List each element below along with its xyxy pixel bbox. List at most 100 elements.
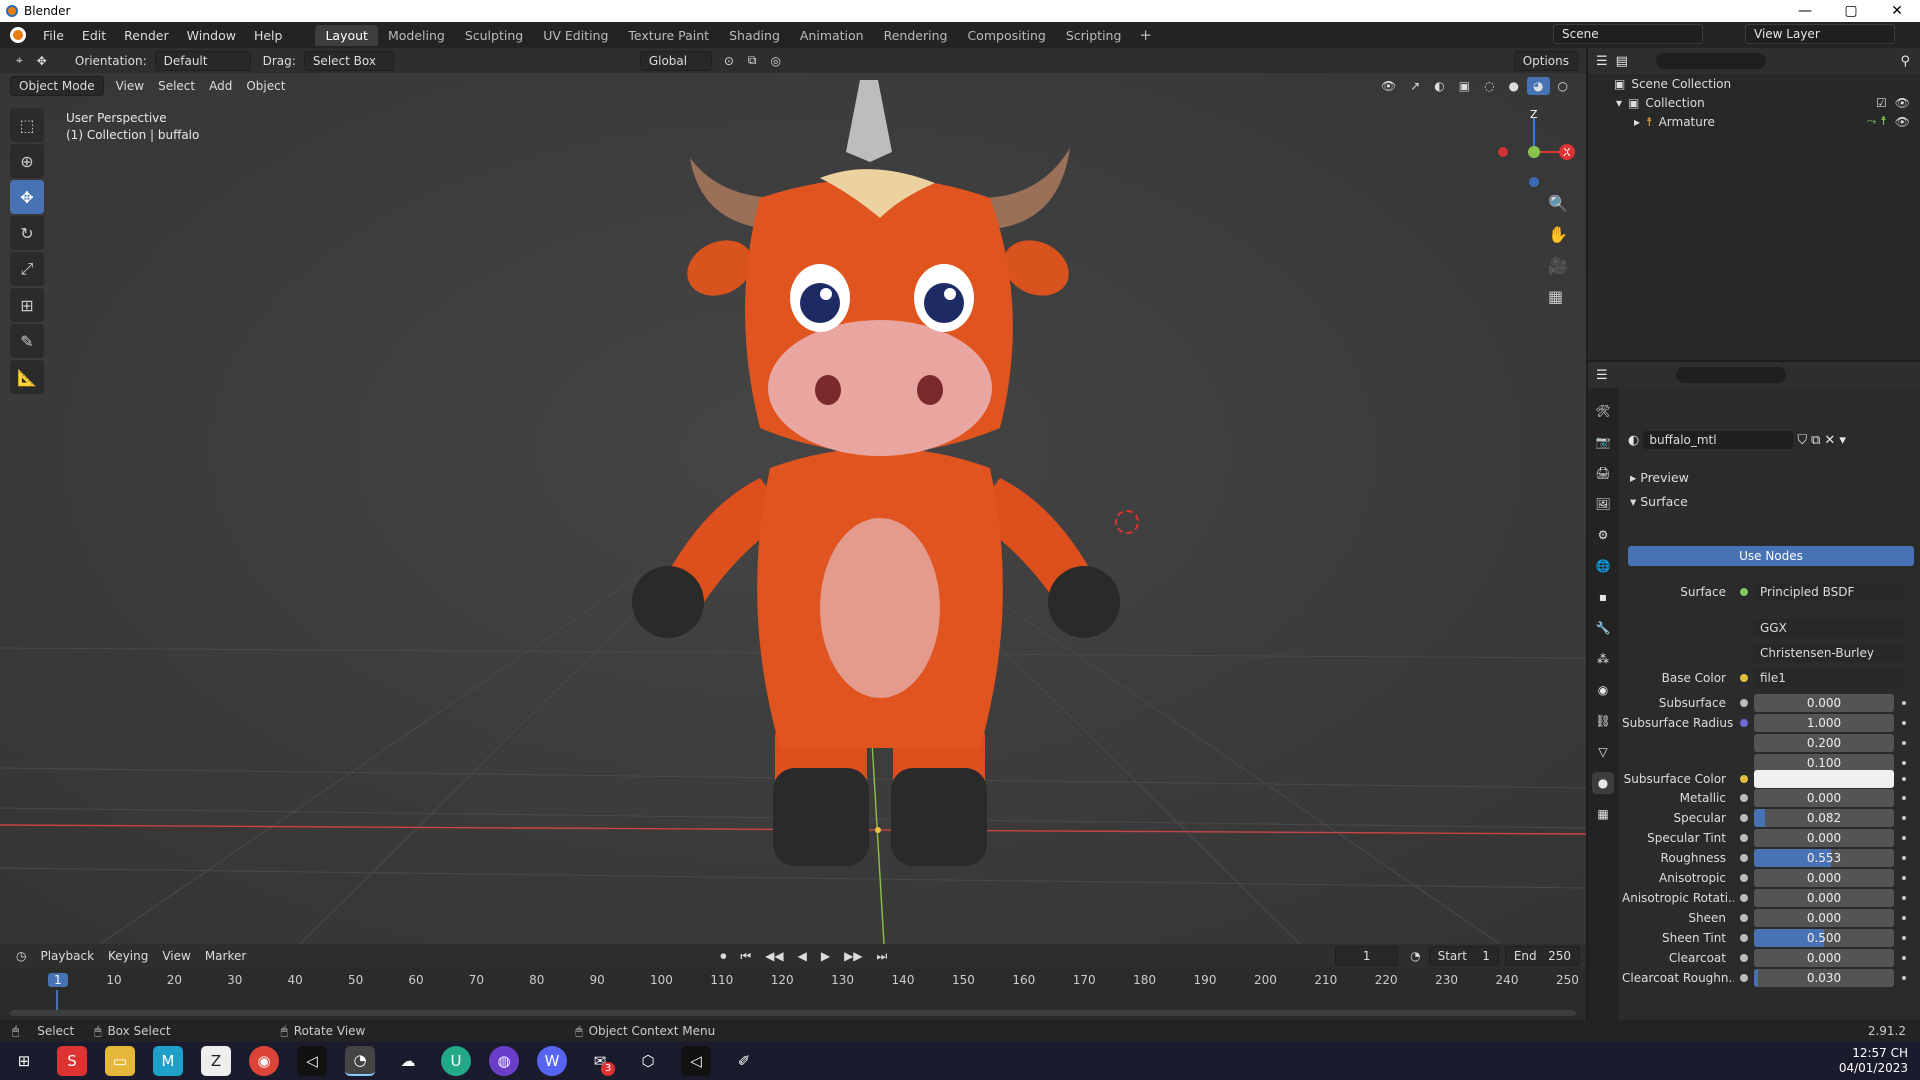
drag-dropdown[interactable]: Select Box bbox=[303, 50, 394, 71]
zoom-icon[interactable]: 🔍 bbox=[1548, 194, 1568, 213]
material-name-field[interactable]: buffalo_mtl bbox=[1643, 431, 1794, 449]
particles-tab-icon[interactable]: ⁂ bbox=[1592, 648, 1614, 670]
outliner-row-collection[interactable]: ▾ ▣ Collection ☑ 👁 bbox=[1588, 93, 1920, 112]
unity-icon[interactable]: ◁ bbox=[297, 1046, 327, 1076]
bsdf-value-field[interactable]: 0.030 bbox=[1754, 969, 1894, 987]
output-tab-icon[interactable]: 🖨 bbox=[1592, 462, 1614, 484]
app-chat-icon[interactable]: ✉ 3 bbox=[585, 1046, 615, 1076]
outliner-search-input[interactable] bbox=[1655, 53, 1766, 69]
file-explorer-icon[interactable]: ▭ bbox=[105, 1046, 135, 1076]
menu-timeline-view[interactable]: View bbox=[156, 947, 196, 965]
bsdf-value-field[interactable]: 0.500 bbox=[1754, 929, 1894, 947]
end-frame-field[interactable]: End 250 bbox=[1504, 946, 1580, 966]
data-tab-icon[interactable]: ▽ bbox=[1592, 741, 1614, 763]
blender-taskbar-icon[interactable]: ◔ bbox=[345, 1046, 375, 1076]
keyframe-dot-icon[interactable] bbox=[1902, 976, 1906, 980]
cursor-tool-icon[interactable]: ⊕ bbox=[10, 144, 44, 178]
annotate-tool-icon[interactable]: ✎ bbox=[10, 324, 44, 358]
bsdf-value-field[interactable]: 0.000 bbox=[1754, 949, 1894, 967]
tab-animation[interactable]: Animation bbox=[790, 25, 874, 46]
camera-view-icon[interactable]: 🎥 bbox=[1548, 256, 1568, 275]
shading-wireframe-icon[interactable]: ◌ bbox=[1478, 77, 1500, 95]
blender-menu-icon[interactable] bbox=[10, 27, 26, 43]
tab-texture-paint[interactable]: Texture Paint bbox=[618, 25, 719, 46]
keyframe-dot-icon[interactable] bbox=[1902, 721, 1906, 725]
next-key-icon[interactable]: ▶▶ bbox=[838, 947, 868, 965]
select-box-tool-icon[interactable]: ⬚ bbox=[10, 108, 44, 142]
app-cube-icon[interactable]: ⬡ bbox=[633, 1046, 663, 1076]
menu-file[interactable]: File bbox=[34, 28, 73, 43]
bsdf-value-field[interactable]: 0.000 bbox=[1754, 909, 1894, 927]
object-tab-icon[interactable]: ▪ bbox=[1592, 586, 1614, 608]
shading-material-icon[interactable]: ◕ bbox=[1527, 76, 1550, 95]
texture-tab-icon[interactable]: ▦ bbox=[1592, 803, 1614, 825]
link-filter-icon[interactable]: ▾ bbox=[1839, 433, 1846, 448]
duplicate-icon[interactable]: ⧉ bbox=[1811, 433, 1820, 448]
view-layer-selector[interactable]: View Layer bbox=[1745, 24, 1895, 44]
chrome-icon[interactable]: ◉ bbox=[249, 1046, 279, 1076]
rotate-tool-icon[interactable]: ↻ bbox=[10, 216, 44, 250]
keyframe-dot-icon[interactable] bbox=[1902, 916, 1906, 920]
tab-sculpting[interactable]: Sculpting bbox=[455, 25, 533, 46]
material-browse-icon[interactable]: ◐ bbox=[1628, 433, 1639, 448]
bsdf-value-field[interactable]: 0.000 bbox=[1754, 869, 1894, 887]
keyframe-dot-icon[interactable] bbox=[1902, 741, 1906, 745]
visibility-icon[interactable]: 👁 bbox=[1375, 77, 1402, 95]
scale-tool-icon[interactable]: ⤢ bbox=[10, 252, 44, 286]
editor-type-icon[interactable]: ⌖ bbox=[10, 51, 29, 70]
physics-tab-icon[interactable]: ◉ bbox=[1592, 679, 1614, 701]
fake-user-icon[interactable]: ⛉ bbox=[1797, 433, 1807, 448]
bsdf-value-field[interactable]: 1.000 bbox=[1754, 714, 1894, 732]
unity-hub-icon[interactable]: ◁ bbox=[681, 1046, 711, 1076]
pan-hand-icon[interactable]: ✋ bbox=[1548, 225, 1568, 244]
play-reverse-icon[interactable]: ◀ bbox=[792, 947, 813, 965]
github-icon[interactable]: ◍ bbox=[489, 1046, 519, 1076]
tab-scripting[interactable]: Scripting bbox=[1056, 25, 1132, 46]
filter-icon[interactable]: ⚲ bbox=[1900, 54, 1910, 69]
add-workspace-button[interactable]: + bbox=[1131, 26, 1160, 44]
bsdf-value-field[interactable]: 0.000 bbox=[1754, 889, 1894, 907]
start-icon[interactable]: ⊞ bbox=[9, 1046, 39, 1076]
keyframe-dot-icon[interactable] bbox=[1902, 836, 1906, 840]
bsdf-value-field[interactable]: 0.000 bbox=[1754, 694, 1894, 712]
ortho-grid-icon[interactable]: ▦ bbox=[1548, 287, 1568, 306]
tab-modeling[interactable]: Modeling bbox=[378, 25, 455, 46]
outliner-editor-icon[interactable]: ☰ bbox=[1596, 54, 1608, 69]
clock[interactable]: 12:57 CH 04/01/2023 bbox=[1839, 1046, 1908, 1076]
app-s-icon[interactable]: S bbox=[57, 1046, 87, 1076]
current-frame-field[interactable]: 1 bbox=[1335, 946, 1399, 966]
menu-edit[interactable]: Edit bbox=[73, 28, 115, 43]
app-u-icon[interactable]: U bbox=[441, 1046, 471, 1076]
app-m-icon[interactable]: M bbox=[153, 1046, 183, 1076]
surface-shader-dropdown[interactable]: Principled BSDF bbox=[1754, 583, 1904, 601]
menu-object[interactable]: Object bbox=[240, 77, 291, 95]
keyframe-dot-icon[interactable] bbox=[1902, 816, 1906, 820]
keyframe-dot-icon[interactable] bbox=[1902, 796, 1906, 800]
keyframe-dot-icon[interactable] bbox=[1902, 701, 1906, 705]
base-color-link[interactable]: file1 bbox=[1754, 669, 1904, 687]
3d-cursor[interactable] bbox=[1115, 510, 1139, 534]
menu-render[interactable]: Render bbox=[115, 28, 178, 43]
app-cloud-icon[interactable]: ☁ bbox=[393, 1046, 423, 1076]
transform-orientation-dropdown[interactable]: Global bbox=[639, 50, 712, 71]
app-z-icon[interactable]: Z bbox=[201, 1046, 231, 1076]
display-mode-icon[interactable]: ▤ bbox=[1616, 54, 1628, 69]
keyframe-dot-icon[interactable] bbox=[1902, 876, 1906, 880]
keyframe-dot-icon[interactable] bbox=[1902, 896, 1906, 900]
properties-editor-icon[interactable]: ☰ bbox=[1596, 368, 1608, 383]
use-nodes-button[interactable]: Use Nodes bbox=[1628, 546, 1914, 566]
menu-help[interactable]: Help bbox=[245, 28, 292, 43]
material-tab-icon[interactable]: ● bbox=[1592, 772, 1614, 794]
expand-arrow-icon[interactable]: ▾ bbox=[1616, 96, 1622, 110]
tab-rendering[interactable]: Rendering bbox=[874, 25, 958, 46]
bsdf-value-field[interactable]: 0.000 bbox=[1754, 789, 1894, 807]
menu-add[interactable]: Add bbox=[203, 77, 238, 95]
keyframe-dot-icon[interactable] bbox=[1902, 956, 1906, 960]
view-layer-tab-icon[interactable]: 🖼 bbox=[1592, 493, 1614, 515]
menu-playback[interactable]: Playback bbox=[34, 947, 100, 965]
subsurface-color-swatch[interactable] bbox=[1754, 770, 1894, 788]
outliner-row-armature[interactable]: ▸ ☨ Armature ⤳ ☨ 👁 bbox=[1588, 112, 1920, 131]
mode-dropdown[interactable]: Object Mode bbox=[10, 75, 104, 96]
app-krita-icon[interactable]: ✐ bbox=[729, 1046, 759, 1076]
shading-rendered-icon[interactable]: ○ bbox=[1552, 77, 1574, 95]
